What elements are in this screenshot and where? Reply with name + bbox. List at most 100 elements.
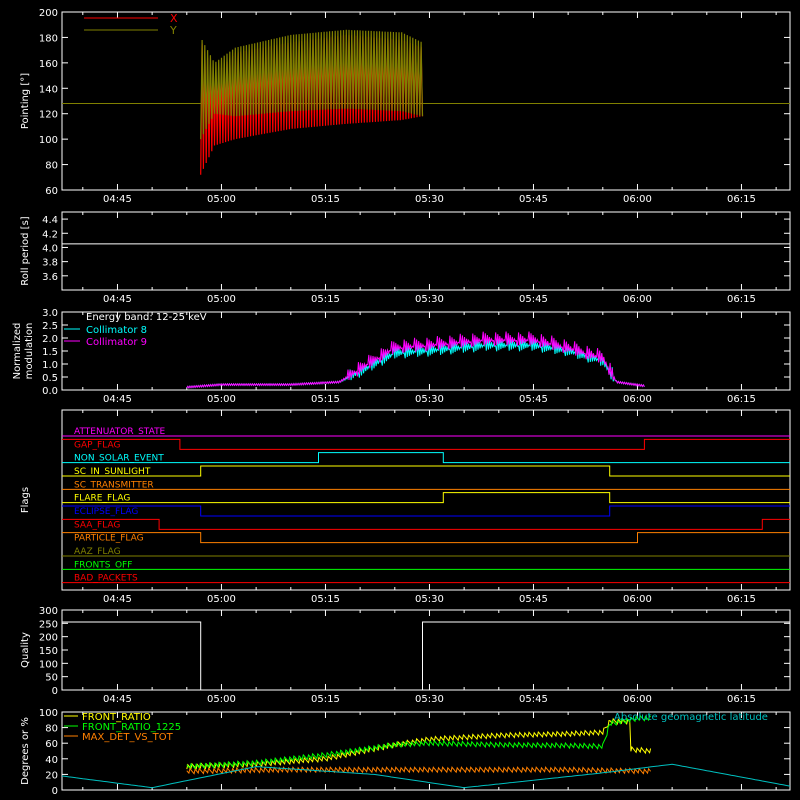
- series-line: [186, 766, 651, 775]
- flag-line-non-solar-event: [62, 452, 790, 464]
- flag-label: BAD_PACKETS: [74, 574, 138, 584]
- y-axis-label: Quality: [20, 632, 31, 668]
- y-tick-label: 140: [39, 84, 58, 95]
- energy-band-annotation: Energy band: 12-25 keV: [86, 312, 207, 323]
- legend-label: Collimator 9: [86, 337, 147, 348]
- y-tick-label: 160: [39, 59, 58, 70]
- flag-label: SC_TRANSMITTER: [74, 480, 154, 490]
- quality-line: [62, 621, 790, 691]
- y-tick-label: 0: [52, 686, 58, 697]
- x-tick-label: 06:00: [623, 194, 652, 205]
- y-axis-label: modulation: [24, 323, 35, 380]
- flag-label: FLARE_FLAG: [74, 494, 130, 504]
- flag-label: AAZ_FLAG: [74, 547, 121, 557]
- y-tick-label: 4.2: [42, 229, 58, 240]
- x-tick-label: 05:15: [311, 594, 340, 605]
- y-tick-label: 60: [45, 739, 58, 750]
- x-tick-label: 05:15: [311, 294, 340, 305]
- y-tick-label: 40: [45, 755, 58, 766]
- x-tick-label: 06:15: [727, 294, 756, 305]
- flag-line-gap-flag: [62, 438, 790, 450]
- y-tick-label: 50: [45, 673, 58, 684]
- y-tick-label: 1.0: [42, 360, 58, 371]
- flags-panel: 04:45 05:00 05:15 05:30 05:45 06:00 06:15 Flags…: [20, 409, 791, 605]
- y-tick-label: 150: [39, 646, 58, 657]
- flag-label: FRONTS_OFF: [74, 560, 132, 570]
- y-tick-label: 0.0: [42, 386, 58, 397]
- y-tick-label: 100: [39, 135, 58, 146]
- flag-line-sc-in-sunlight: [62, 465, 790, 477]
- legend-label: MAX_DET_VS_TOT: [82, 732, 174, 743]
- y-tick-label: 80: [45, 161, 58, 172]
- y-tick-label: 120: [39, 110, 58, 121]
- panel-frame: [61, 211, 791, 291]
- y-tick-label: 200: [39, 8, 58, 19]
- x-tick-label: 04:45: [103, 394, 132, 405]
- figure: 04:45 05:00 05:15 05:30 05:45 06:00 06:15 Point…: [12, 8, 791, 797]
- flag-label: ATTENUATOR_STATE: [74, 427, 166, 437]
- flag-label: PARTICLE_FLAG: [74, 534, 144, 544]
- flag-label: SAA_FLAG: [74, 520, 120, 530]
- series-collimator-9-line: [186, 331, 645, 389]
- x-tick-label: 05:00: [207, 394, 236, 405]
- x-tick-label: 05:00: [207, 294, 236, 305]
- flag-label: SC_IN_SUNLIGHT: [74, 467, 151, 477]
- y-tick-label: 4.0: [42, 243, 58, 254]
- y-tick-label: 3.0: [42, 308, 58, 319]
- x-tick-label: 05:00: [207, 694, 236, 705]
- x-tick-label: 05:45: [519, 594, 548, 605]
- pointing-panel: 04:45 05:00 05:15 05:30 05:45 06:00 06:15 Point…: [20, 8, 791, 205]
- y-axis-label: Pointing [°]: [20, 73, 31, 129]
- flag-label: GAP_FLAG: [74, 440, 120, 450]
- y-tick-label: 200: [39, 633, 58, 644]
- y-tick-label: 3.6: [42, 272, 58, 283]
- y-tick-label: 100: [39, 659, 58, 670]
- x-tick-label: 05:45: [519, 694, 548, 705]
- x-tick-label: 06:15: [727, 594, 756, 605]
- x-tick-label: 06:15: [727, 394, 756, 405]
- x-tick-label: 05:30: [415, 594, 444, 605]
- y-axis-label: Degrees or %: [20, 717, 31, 785]
- x-tick-label: 04:45: [103, 694, 132, 705]
- roll-period-panel: 04:45 05:00 05:15 05:30 05:45 06:00 06:15 Roll …: [20, 211, 791, 305]
- flag-line-flare-flag: [62, 492, 790, 504]
- y-tick-label: 2.0: [42, 334, 58, 345]
- y-axis-label: Roll period [s]: [20, 216, 31, 285]
- flag-line-particle-flag: [62, 532, 790, 544]
- y-tick-label: 0: [52, 786, 58, 797]
- x-tick-label: 04:45: [103, 594, 132, 605]
- x-tick-label: 05:45: [519, 294, 548, 305]
- quality-panel: 04:45 05:00 05:15 05:30 05:45 06:00 06:15 Quali…: [20, 606, 791, 705]
- geomag-panel: Degrees or %020406080100 FRONT_RATIOFRONT…: [20, 708, 791, 797]
- x-tick-label: 05:00: [207, 194, 236, 205]
- x-tick-label: 05:15: [311, 694, 340, 705]
- x-tick-label: 04:45: [103, 294, 132, 305]
- x-tick-label: 05:00: [207, 594, 236, 605]
- modulation-panel: 04:45 05:00 05:15 05:30 05:45 06:00 06:15 Norma…: [12, 308, 791, 405]
- flag-label: ECLIPSE_FLAG: [74, 507, 138, 517]
- y-tick-label: 3.8: [42, 258, 58, 269]
- flag-line-eclipse-flag: [62, 505, 790, 517]
- x-tick-label: 05:45: [519, 394, 548, 405]
- y-axis-label: Normalized: [12, 323, 23, 380]
- x-tick-label: 05:30: [415, 394, 444, 405]
- series-line: [186, 714, 651, 770]
- panel-frame: [61, 11, 791, 191]
- y-tick-label: 20: [45, 770, 58, 781]
- y-tick-label: 100: [39, 708, 58, 719]
- y-tick-label: 60: [45, 186, 58, 197]
- flag-label: NON_SOLAR_EVENT: [74, 454, 164, 464]
- legend-label-y: Y: [169, 24, 177, 37]
- x-tick-label: 06:00: [623, 394, 652, 405]
- x-tick-label: 06:00: [623, 694, 652, 705]
- y-tick-label: 0.5: [42, 373, 58, 384]
- y-tick-label: 250: [39, 619, 58, 630]
- legend-label: Absolute geomagnetic latitude: [614, 712, 768, 723]
- flag-line-saa-flag: [62, 518, 790, 530]
- x-tick-label: 04:45: [103, 194, 132, 205]
- panel-frame: [61, 409, 791, 591]
- x-tick-label: 05:15: [311, 194, 340, 205]
- y-tick-label: 80: [45, 724, 58, 735]
- x-tick-label: 06:15: [727, 194, 756, 205]
- y-axis-label: Flags: [20, 487, 31, 513]
